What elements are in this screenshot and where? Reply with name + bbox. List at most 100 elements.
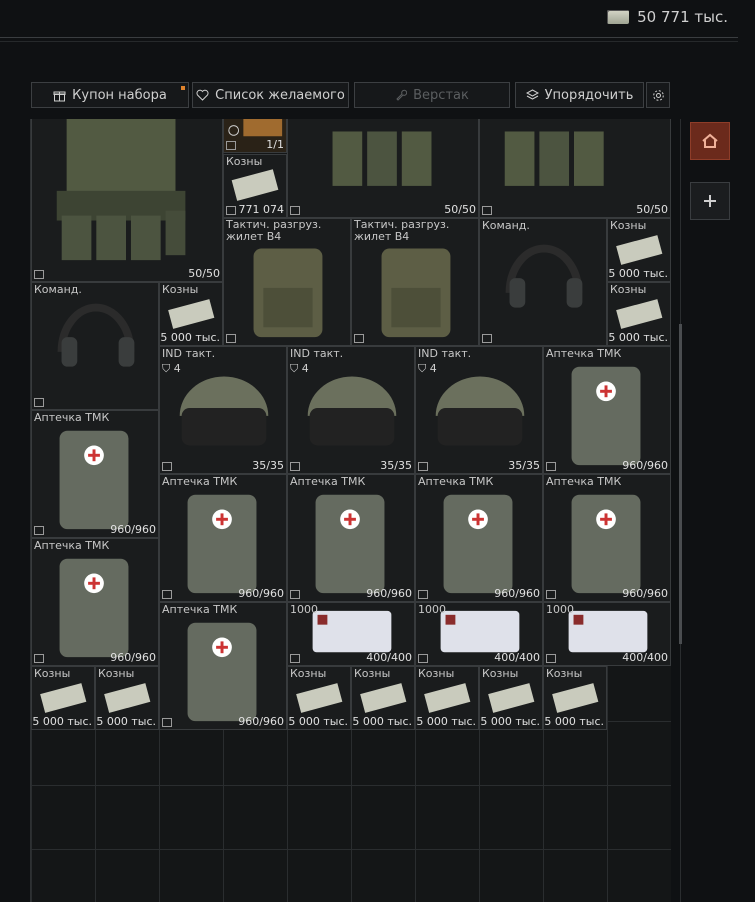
stash-item-medkit[interactable]: Аптечка ТМК 960/960 <box>31 538 159 666</box>
wishlist-button[interactable]: Список желаемого <box>192 82 349 108</box>
item-name: Аптечка ТМК <box>418 475 494 488</box>
wishlist-label: Список желаемого <box>215 87 345 103</box>
stash-item-cash[interactable]: Козны 5 000 тыс. <box>607 282 671 346</box>
add-tab-button[interactable] <box>690 182 730 220</box>
stash-item-cash[interactable]: Козны 771 074 <box>223 154 287 218</box>
item-name: IND такт. <box>290 347 344 360</box>
cube-icon <box>290 206 300 215</box>
stash-item-vest[interactable]: 50/50 <box>31 119 223 282</box>
stash-item-cash[interactable]: Козны 5 000 тыс. <box>479 666 543 730</box>
divider <box>0 41 738 42</box>
item-count: 960/960 <box>622 459 668 472</box>
cube-icon <box>482 206 492 215</box>
cube-icon <box>546 462 556 471</box>
item-name: Козны <box>98 667 135 680</box>
settings-button[interactable] <box>646 82 670 108</box>
sort-button[interactable]: Упорядочить <box>515 82 644 108</box>
item-count: 5 000 тыс. <box>480 715 540 728</box>
home-icon <box>702 133 718 148</box>
cube-icon <box>162 718 172 727</box>
stash-item-bandage[interactable]: 1000 400/400 <box>287 602 415 666</box>
stash-item-medkit[interactable]: Аптечка ТМК 960/960 <box>415 474 543 602</box>
stash-item-helmet[interactable]: IND такт. ⛉ 4 35/35 <box>415 346 543 474</box>
item-name: Козны <box>610 219 647 232</box>
armor-class: ⛉ 4 <box>290 362 309 375</box>
workbench-button[interactable]: Верстак <box>354 82 510 108</box>
item-count: 35/35 <box>508 459 540 472</box>
stash-item-map[interactable]: 1/1 <box>223 119 287 153</box>
stash-item-cash[interactable]: Козны 5 000 тыс. <box>415 666 479 730</box>
cube-icon <box>226 206 236 215</box>
cube-icon <box>418 654 428 663</box>
top-bar: 50 771 тыс. <box>0 0 755 44</box>
stash-item-helmet[interactable]: IND такт. ⛉ 4 35/35 <box>159 346 287 474</box>
cube-icon <box>418 590 428 599</box>
item-count: 50/50 <box>188 267 220 280</box>
stash-item-bandage[interactable]: 1000 400/400 <box>415 602 543 666</box>
stash-grid: 50/50 1/1 Козны 771 074 50/50 50/50 Такт… <box>30 119 671 902</box>
item-count: 50/50 <box>636 203 668 216</box>
cube-icon <box>418 462 428 471</box>
stash-item-medkit[interactable]: Аптечка ТМК 960/960 <box>159 474 287 602</box>
cube-icon <box>34 526 44 535</box>
item-count: 5 000 тыс. <box>32 715 92 728</box>
stash-item-cash[interactable]: Козны 5 000 тыс. <box>351 666 415 730</box>
item-count: 960/960 <box>238 715 284 728</box>
item-count: 35/35 <box>252 459 284 472</box>
item-name: Аптечка ТМК <box>162 603 238 616</box>
item-count: 5 000 тыс. <box>608 331 668 344</box>
item-name: Козны <box>290 667 327 680</box>
workbench-label: Верстак <box>413 87 469 103</box>
money-value: 50 771 тыс. <box>637 8 728 26</box>
stash-item-medkit[interactable]: Аптечка ТМК 960/960 <box>287 474 415 602</box>
armor-class: ⛉ 4 <box>162 362 181 375</box>
stash-item-vest[interactable]: 50/50 <box>479 119 671 218</box>
item-count: 35/35 <box>380 459 412 472</box>
scrollbar[interactable] <box>679 324 682 644</box>
medkit-image <box>187 494 257 594</box>
cube-icon <box>162 590 172 599</box>
stash-item-vest[interactable]: 50/50 <box>287 119 479 218</box>
stash-item-headset[interactable]: Команд. <box>479 218 607 346</box>
item-name: Козны <box>418 667 455 680</box>
vest-image <box>56 119 186 261</box>
cube-icon <box>34 398 44 407</box>
stash-item-cash[interactable]: Козны 5 000 тыс. <box>607 218 671 282</box>
stash-item-medkit[interactable]: Аптечка ТМК 960/960 <box>31 410 159 538</box>
armor-class-value: 4 <box>429 362 437 375</box>
stash-item-medkit[interactable]: Аптечка ТМК 960/960 <box>543 474 671 602</box>
item-name: Аптечка ТМК <box>546 347 622 360</box>
stash-item-helmet[interactable]: IND такт. ⛉ 4 35/35 <box>287 346 415 474</box>
stash-item-cash[interactable]: Козны 5 000 тыс. <box>159 282 223 346</box>
stash-item-headset[interactable]: Команд. <box>31 282 159 410</box>
item-count: 960/960 <box>110 651 156 664</box>
stash-item-cash[interactable]: Козны 5 000 тыс. <box>287 666 351 730</box>
stash-item-medkit[interactable]: Аптечка ТМК 960/960 <box>543 346 671 474</box>
notification-dot <box>181 86 185 90</box>
home-tab-button[interactable] <box>690 122 730 160</box>
medkit-image <box>571 494 641 594</box>
item-name: Козны <box>34 667 71 680</box>
stash-item-cash[interactable]: Козны 5 000 тыс. <box>31 666 95 730</box>
cube-icon <box>290 590 300 599</box>
stash-item-cash[interactable]: Козны 5 000 тыс. <box>543 666 607 730</box>
stash-item-cash[interactable]: Козны 5 000 тыс. <box>95 666 159 730</box>
divider <box>0 37 738 38</box>
stash-item-bandage[interactable]: 1000 400/400 <box>543 602 671 666</box>
stash-item-medkit[interactable]: Аптечка ТМК 960/960 <box>159 602 287 730</box>
item-count: 400/400 <box>366 651 412 664</box>
kit-coupon-button[interactable]: Купон набора <box>31 82 189 108</box>
cube-icon <box>34 270 44 279</box>
kit-coupon-label: Купон набора <box>72 87 167 103</box>
medkit-image <box>443 494 513 594</box>
cube-icon <box>354 334 364 343</box>
item-name: Тактич. разгруз. жилет В4 <box>354 218 450 243</box>
armor-class-value: 4 <box>301 362 309 375</box>
stash-item-rig[interactable]: Тактич. разгруз. жилет В4 <box>223 218 351 346</box>
stash-item-rig[interactable]: Тактич. разгруз. жилет В4 <box>351 218 479 346</box>
item-count: 960/960 <box>110 523 156 536</box>
medkit-image <box>59 558 129 658</box>
item-count: 5 000 тыс. <box>352 715 412 728</box>
item-name: Тактич. разгруз. жилет В4 <box>226 218 322 243</box>
heart-icon <box>196 89 209 101</box>
